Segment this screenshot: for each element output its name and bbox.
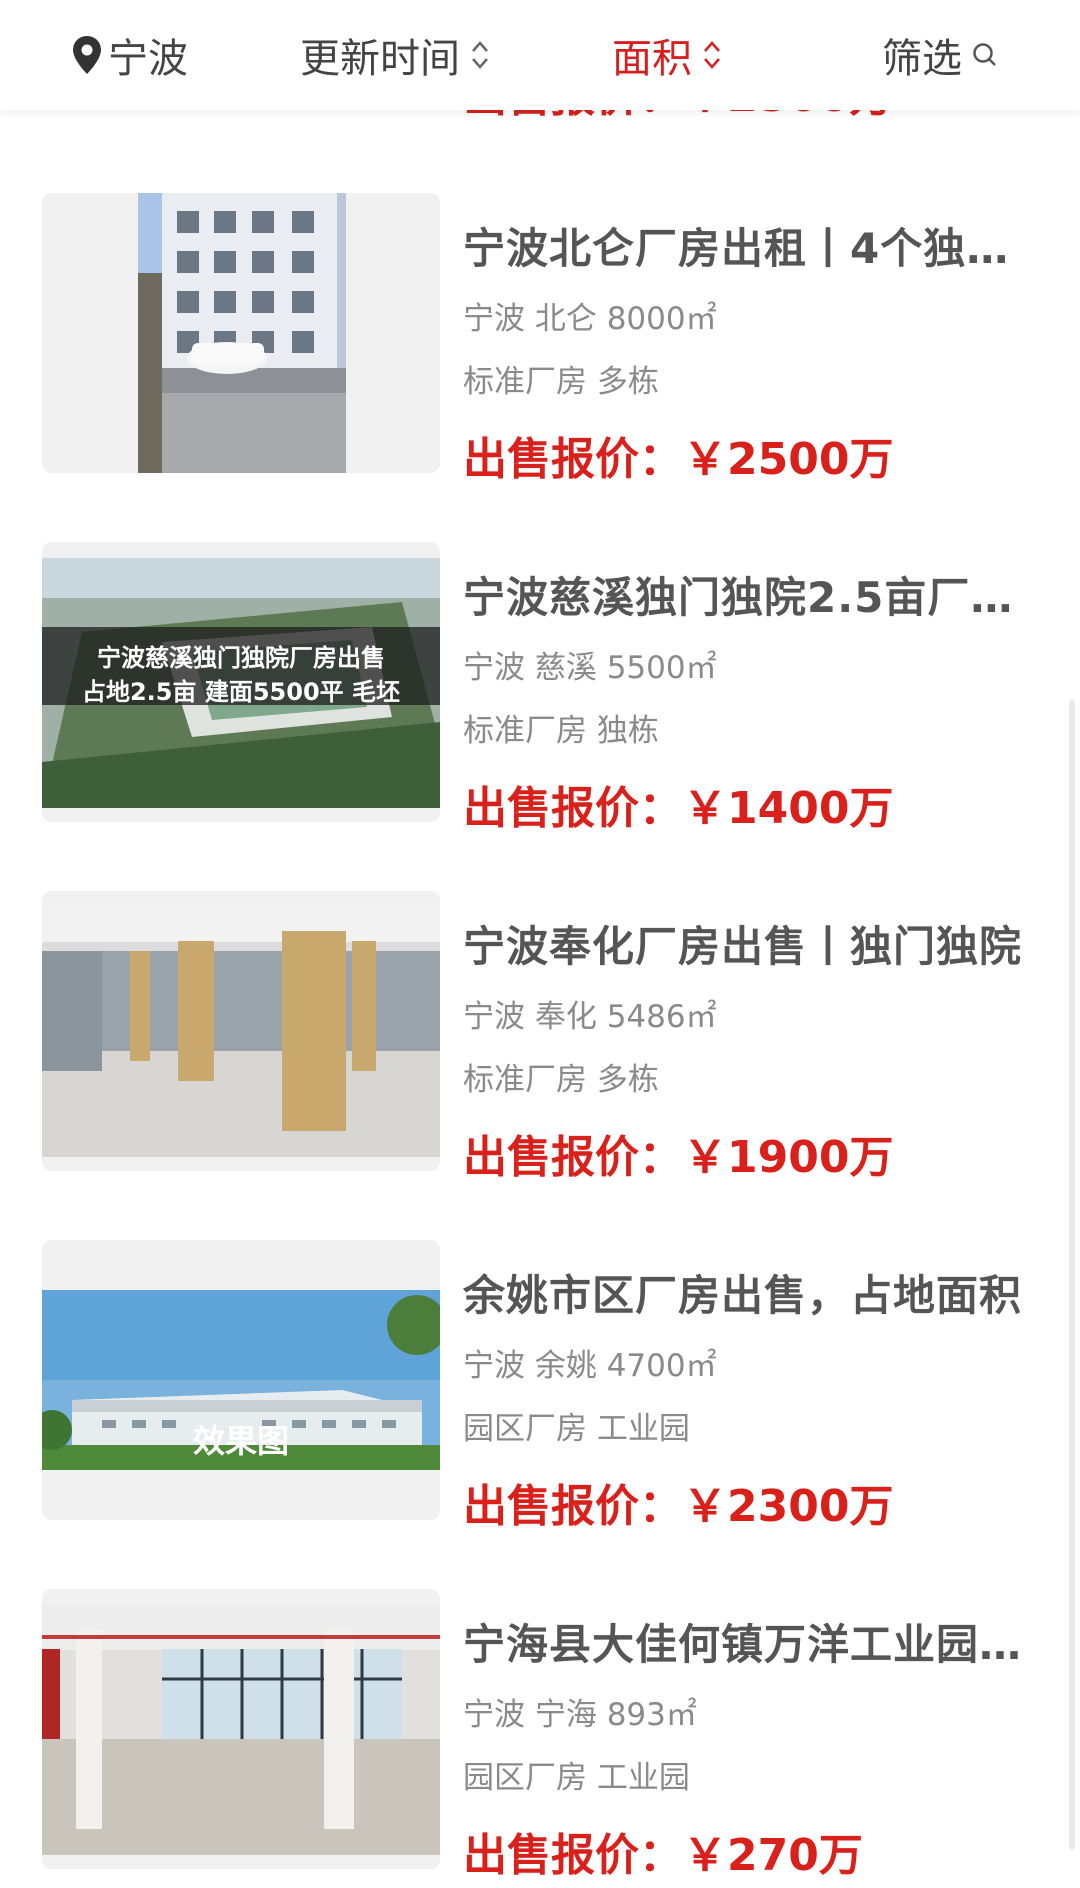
listing-title[interactable]: 宁波北仑厂房出租丨4个独立院落 可分租 (463, 215, 1033, 276)
listing-location: 宁波 北仑 8000㎡ (463, 301, 717, 337)
listing-location: 宁波 慈溪 5500㎡ (463, 650, 717, 686)
listing-location: 宁波 奉化 5486㎡ (463, 999, 717, 1035)
listing-price: 出售报价：￥1900万 (463, 1132, 894, 1183)
update-time-label: 更新时间 (300, 36, 460, 82)
area-sort[interactable]: 面积 (612, 25, 722, 85)
listing-price: 出售报价：￥2500万 (463, 434, 894, 485)
listing-location: 宁波 宁海 893㎡ (463, 1697, 697, 1733)
sort-arrows-icon (472, 41, 488, 69)
map-pin-icon (73, 36, 101, 74)
update-time-sort[interactable]: 更新时间 (300, 25, 490, 85)
listing-tags: 标准厂房 多栋 (463, 364, 659, 400)
listing-card[interactable]: 宁波慈溪独门独院厂房出售 占地2.5亩 建面5500平 毛坯 宁波慈溪独门独院2… (0, 542, 1060, 834)
listing-title[interactable]: 余姚市区厂房出售，占地面积 (463, 1262, 1033, 1323)
listing-card[interactable]: 宁波北仑厂房出租丨4个独立院落 可分租 宁波 北仑 8000㎡ 标准厂房 多栋 … (0, 193, 1060, 485)
listing-title[interactable]: 宁波奉化厂房出售丨独门独院 (463, 913, 1033, 974)
listing-card[interactable]: 宁波奉化厂房出售丨独门独院 宁波 奉化 5486㎡ 标准厂房 多栋 出售报价：￥… (0, 891, 1060, 1183)
listing-title[interactable]: 宁海县大佳何镇万洋工业园厂房 (463, 1611, 1033, 1672)
listing-title[interactable]: 宁波慈溪独门独院2.5亩厂房出售 (463, 564, 1033, 625)
listing-card[interactable]: 宁海县大佳何镇万洋工业园厂房 宁波 宁海 893㎡ 园区厂房 工业园 出售报价：… (0, 1589, 1060, 1881)
listing-thumbnail[interactable]: 宁波慈溪独门独院厂房出售 占地2.5亩 建面5500平 毛坯 (42, 542, 440, 822)
listing-tags: 标准厂房 多栋 (463, 1062, 659, 1098)
interior-hall-photo (42, 891, 440, 1171)
filter-label: 筛选 (882, 36, 962, 82)
listing-tags: 园区厂房 工业园 (463, 1760, 690, 1796)
filter-button[interactable]: 筛选 (882, 25, 998, 85)
factory-building-photo (42, 193, 440, 473)
rendering-photo (42, 1240, 440, 1520)
image-caption-line2: 占地2.5亩 建面5500平 毛坯 (81, 678, 401, 706)
scrollbar[interactable] (1069, 700, 1075, 1850)
listing-thumbnail[interactable] (42, 1589, 440, 1869)
location-label: 宁波 (108, 36, 188, 82)
image-caption: 效果图 (192, 1422, 289, 1460)
listing-thumbnail[interactable]: 效果图 (42, 1240, 440, 1520)
listing-price: 出售报价：￥2300万 (463, 1481, 894, 1532)
search-icon (973, 43, 996, 66)
listing-location: 宁波 余姚 4700㎡ (463, 1348, 717, 1384)
listing-card[interactable]: 效果图 余姚市区厂房出售，占地面积 宁波 余姚 4700㎡ 园区厂房 工业园 出… (0, 1240, 1060, 1532)
listing-tags: 标准厂房 独栋 (463, 713, 659, 749)
location-filter[interactable]: 宁波 (72, 25, 188, 85)
listing-tags: 园区厂房 工业园 (463, 1411, 690, 1447)
listing-thumbnail[interactable] (42, 193, 440, 473)
empty-floor-photo (42, 1589, 440, 1869)
listing-price: 出售报价：￥270万 (463, 1830, 863, 1881)
area-label: 面积 (612, 36, 692, 82)
listing-thumbnail[interactable] (42, 891, 440, 1171)
image-caption-line1: 宁波慈溪独门独院厂房出售 (97, 644, 385, 672)
filter-bar: 宁波 更新时间 面积 筛选 (0, 0, 1080, 110)
sort-arrows-icon (704, 41, 720, 69)
listing-price: 出售报价：￥1400万 (463, 783, 894, 834)
